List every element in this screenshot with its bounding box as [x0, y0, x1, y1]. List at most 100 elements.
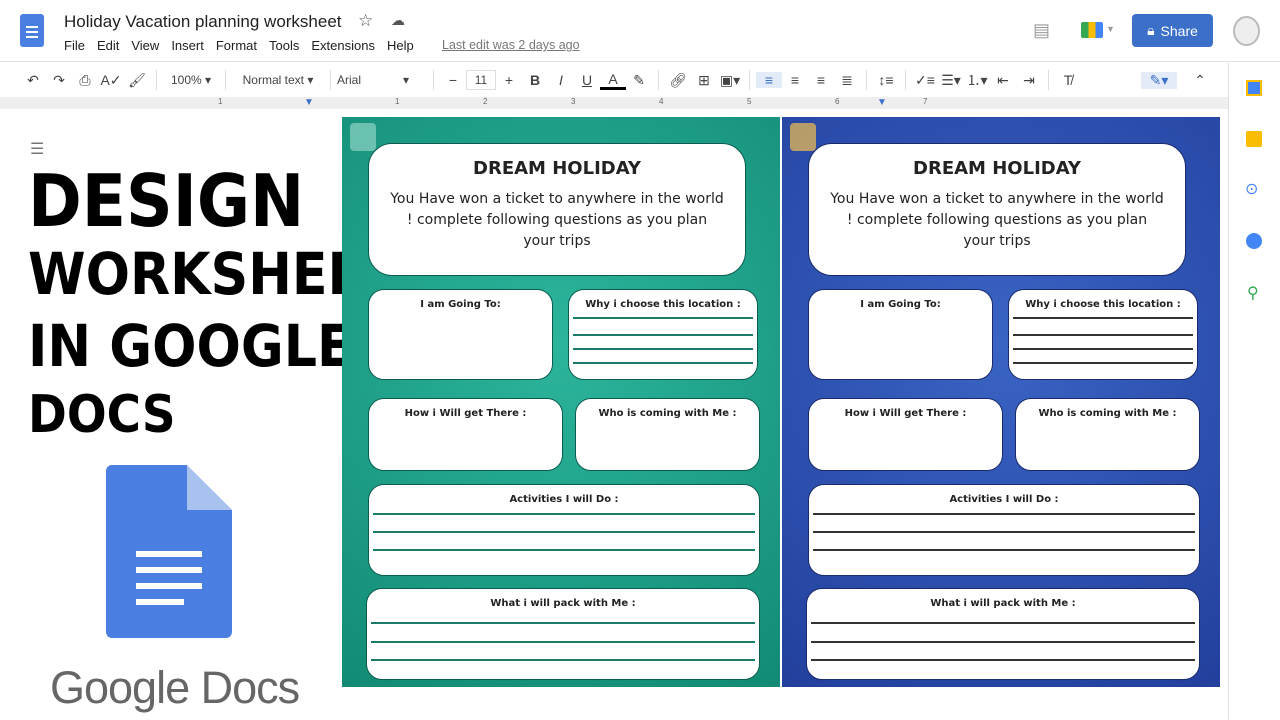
ruler-tick: 5 [747, 97, 752, 106]
numbered-list-icon[interactable]: ⒈▾ [964, 70, 990, 90]
comment-history-icon[interactable]: ▤ [1033, 20, 1050, 41]
spellcheck-icon[interactable]: A✓ [98, 72, 124, 89]
last-edit-link[interactable]: Last edit was 2 days ago [442, 38, 580, 52]
worksheet-header: DREAM HOLIDAY You Have won a ticket to an… [368, 143, 746, 276]
worksheet-teal: DREAM HOLIDAY You Have won a ticket to an… [342, 117, 780, 687]
undo-icon[interactable]: ↶ [20, 72, 46, 89]
packing-box[interactable]: What i will pack with Me : [366, 588, 760, 680]
who-coming-box[interactable]: Who is coming with Me : [1015, 398, 1200, 471]
zoom-select[interactable]: 100% ▾ [163, 73, 219, 87]
menu-edit[interactable]: Edit [97, 38, 119, 53]
increase-font-size-button[interactable]: + [496, 72, 522, 88]
decrease-indent-icon[interactable]: ⇤ [990, 72, 1016, 89]
box-label: How i Will get There : [844, 408, 967, 419]
zoom-value: 100% [170, 73, 202, 87]
going-to-box[interactable]: I am Going To: [368, 289, 553, 380]
ruler-tick: 2 [483, 97, 488, 106]
document-title[interactable]: Holiday Vacation planning worksheet [64, 12, 342, 32]
menu-extensions[interactable]: Extensions [311, 38, 375, 53]
tasks-icon[interactable]: ⊙ [1245, 179, 1258, 199]
box-label: What i will pack with Me : [930, 598, 1076, 609]
how-get-there-box[interactable]: How i Will get There : [808, 398, 1003, 471]
box-label: How i Will get There : [404, 408, 527, 419]
underline-icon[interactable]: U [574, 72, 600, 88]
document-outline-icon[interactable]: ☰ [30, 139, 44, 159]
font-size-input[interactable]: 11 [466, 70, 496, 90]
photo-decoration-icon [350, 123, 376, 151]
avatar[interactable] [1233, 16, 1260, 46]
ruler-tick: 1 [395, 97, 400, 106]
worksheet-title: DREAM HOLIDAY [913, 158, 1081, 179]
add-comment-icon[interactable]: ⊞ [691, 72, 717, 89]
ruler-tick: 4 [659, 97, 664, 106]
contacts-icon[interactable] [1246, 233, 1262, 249]
bulleted-list-icon[interactable]: ☰▾ [938, 72, 964, 89]
menu-bar: File Edit View Insert Format Tools Exten… [64, 38, 414, 53]
decrease-font-size-button[interactable]: − [440, 72, 466, 88]
cloud-status-icon[interactable]: ☁ [391, 12, 405, 29]
star-icon[interactable]: ☆ [358, 11, 373, 31]
paint-format-icon[interactable]: 🖌︎ [124, 72, 150, 89]
box-label: Activities I will Do : [509, 494, 619, 505]
who-coming-box[interactable]: Who is coming with Me : [575, 398, 760, 471]
box-label: I am Going To: [860, 299, 941, 310]
ruler-tick: 1 [218, 97, 223, 106]
insert-image-icon[interactable]: ▣▾ [717, 72, 743, 89]
highlight-icon[interactable]: ✎ [626, 72, 652, 89]
editing-mode-icon[interactable]: ✎▾ [1141, 71, 1177, 89]
google-docs-logo-icon [106, 465, 232, 638]
menu-help[interactable]: Help [387, 38, 414, 53]
why-location-box[interactable]: Why i choose this location : [568, 289, 758, 380]
worksheet-blue: DREAM HOLIDAY You Have won a ticket to an… [782, 117, 1220, 687]
chevron-down-icon[interactable]: ▼ [1106, 24, 1115, 34]
logo-fold [187, 465, 232, 510]
box-label: Why i choose this location : [1025, 299, 1181, 310]
print-icon[interactable]: ⎙ [72, 72, 98, 89]
checklist-icon[interactable]: ✓≡ [912, 72, 938, 89]
italic-icon[interactable]: I [548, 72, 574, 88]
how-get-there-box[interactable]: How i Will get There : [368, 398, 563, 471]
lock-icon: 🔒︎ [1147, 22, 1155, 38]
keep-icon[interactable] [1246, 131, 1262, 147]
align-left-icon[interactable]: ≡ [756, 72, 782, 88]
menu-view[interactable]: View [131, 38, 159, 53]
box-label: I am Going To: [420, 299, 501, 310]
meet-icon[interactable] [1081, 22, 1103, 38]
menu-format[interactable]: Format [216, 38, 257, 53]
going-to-box[interactable]: I am Going To: [808, 289, 993, 380]
clear-formatting-icon[interactable]: T̸ [1055, 72, 1081, 88]
increase-indent-icon[interactable]: ⇥ [1016, 72, 1042, 89]
maps-icon[interactable]: ⚲ [1247, 283, 1259, 303]
redo-icon[interactable]: ↷ [46, 72, 72, 89]
share-button[interactable]: 🔒︎ Share [1132, 14, 1213, 47]
box-label: Who is coming with Me : [598, 408, 737, 419]
activities-box[interactable]: Activities I will Do : [368, 484, 760, 576]
box-label: What i will pack with Me : [490, 598, 636, 609]
bold-icon[interactable]: B [522, 72, 548, 88]
ruler[interactable]: 1 ▼ 1 2 3 4 5 6 ▼ 7 [0, 97, 1228, 109]
calendar-icon[interactable] [1246, 80, 1262, 96]
worksheet-header: DREAM HOLIDAY You Have won a ticket to an… [808, 143, 1186, 276]
line-spacing-icon[interactable]: ↕≡ [873, 72, 899, 88]
style-select[interactable]: Normal text ▾ [232, 73, 324, 87]
font-select[interactable]: Arial ▾ [337, 73, 427, 87]
collapse-menu-icon[interactable]: ⌃ [1187, 72, 1213, 89]
packing-box[interactable]: What i will pack with Me : [806, 588, 1200, 680]
align-right-icon[interactable]: ≡ [808, 72, 834, 88]
ruler-tick: 7 [923, 97, 928, 106]
style-value: Normal text [242, 73, 304, 87]
menu-tools[interactable]: Tools [269, 38, 299, 53]
link-icon[interactable]: 🔗︎ [665, 72, 691, 89]
align-center-icon[interactable]: ≡ [782, 72, 808, 88]
why-location-box[interactable]: Why i choose this location : [1008, 289, 1198, 380]
indent-marker-icon[interactable]: ▼ [304, 97, 314, 108]
activities-box[interactable]: Activities I will Do : [808, 484, 1200, 576]
text-color-icon[interactable]: A [600, 71, 626, 90]
menu-insert[interactable]: Insert [171, 38, 204, 53]
toolbar: ↶ ↷ ⎙ A✓ 🖌︎ 100% ▾ Normal text ▾ Arial ▾ … [0, 63, 1228, 97]
right-indent-marker-icon[interactable]: ▼ [877, 97, 887, 108]
menu-file[interactable]: File [64, 38, 85, 53]
box-label: Why i choose this location : [585, 299, 741, 310]
docs-home-icon[interactable] [20, 14, 44, 47]
justify-icon[interactable]: ≣ [834, 72, 860, 89]
